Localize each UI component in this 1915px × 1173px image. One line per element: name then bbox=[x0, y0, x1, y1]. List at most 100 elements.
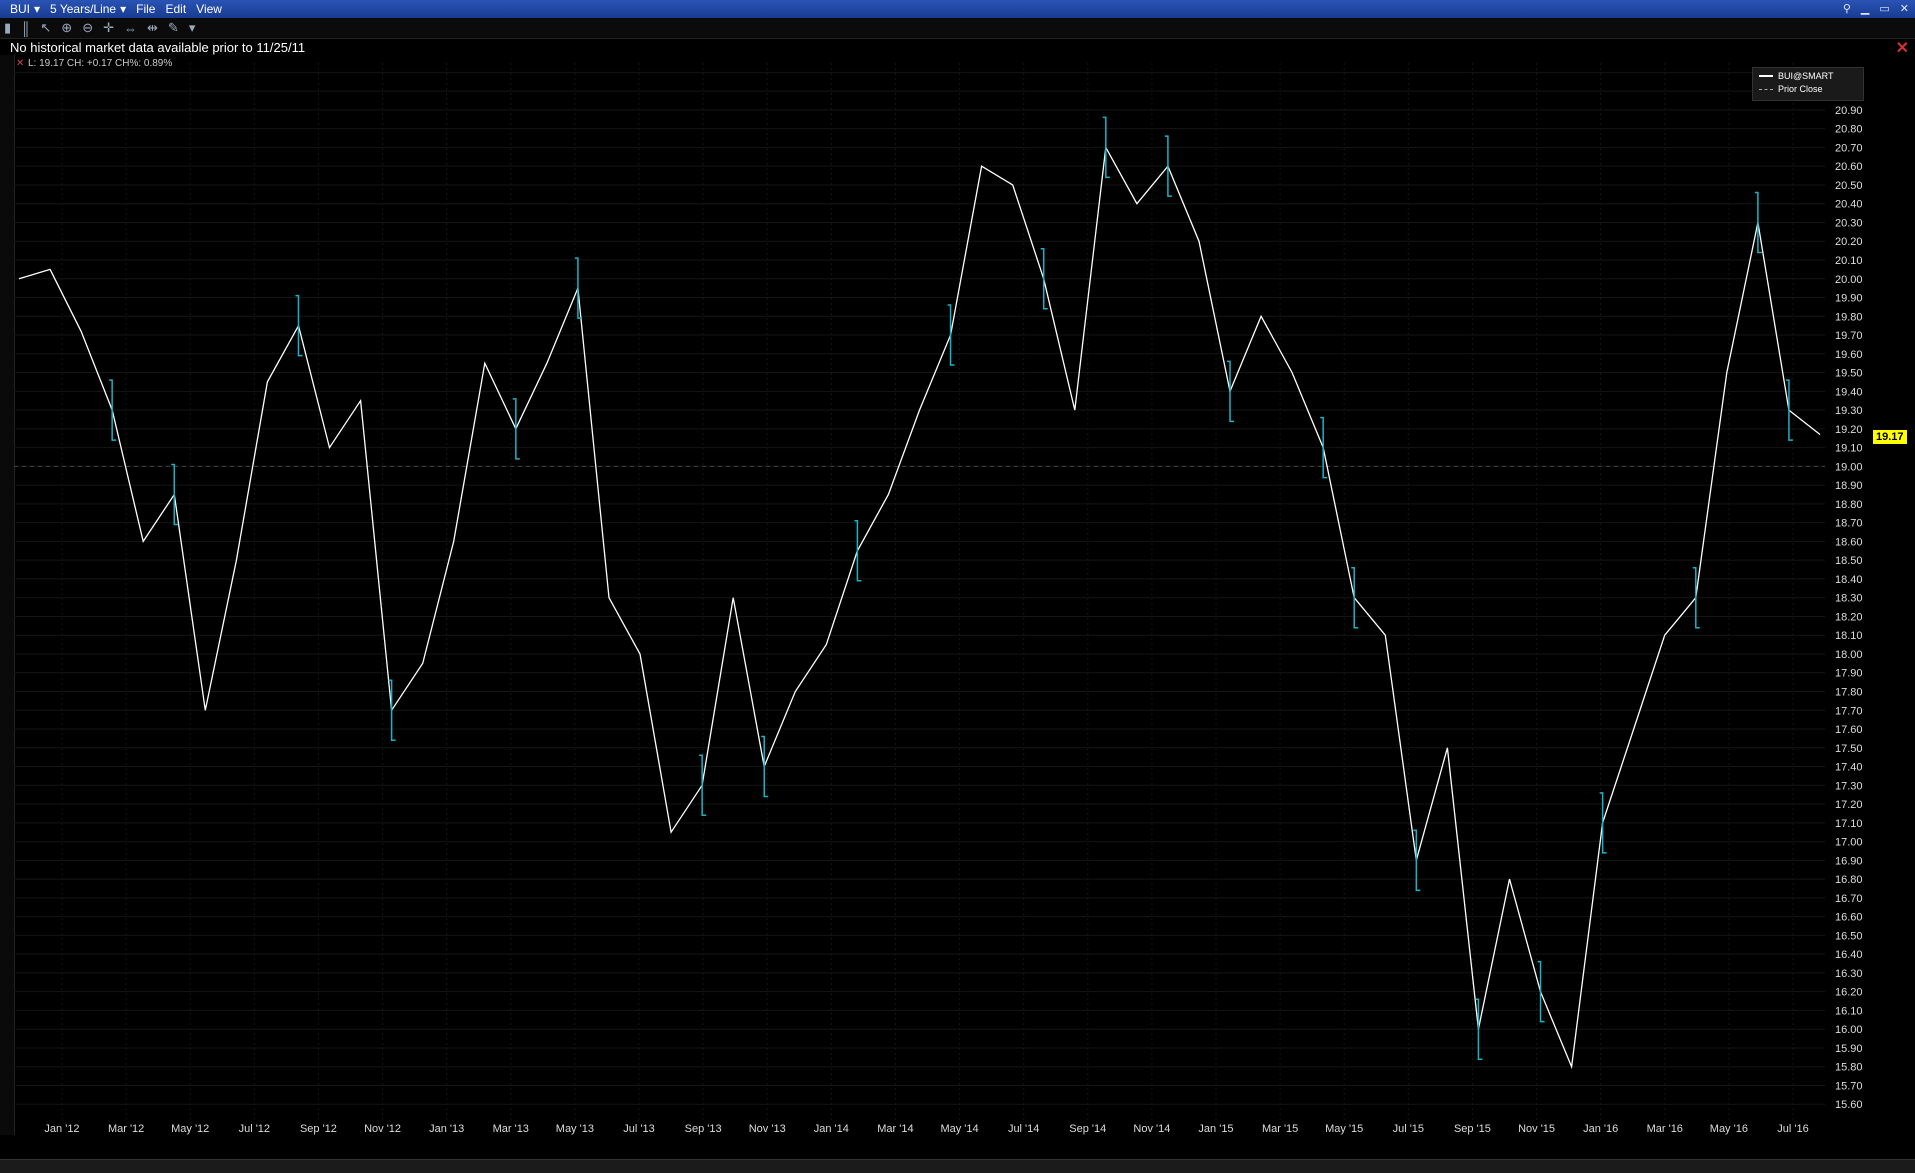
y-tick-label: 15.90 bbox=[1835, 1043, 1863, 1055]
y-tick-label: 20.00 bbox=[1835, 274, 1863, 286]
more-icon[interactable]: ▾ bbox=[189, 20, 196, 36]
y-tick-label: 19.10 bbox=[1835, 443, 1863, 455]
close-button[interactable]: ✕ bbox=[1900, 2, 1909, 15]
y-tick-label: 19.60 bbox=[1835, 349, 1863, 361]
x-tick-label: Mar '13 bbox=[493, 1123, 529, 1135]
chevron-down-icon: ▾ bbox=[120, 2, 127, 16]
y-tick-label: 20.60 bbox=[1835, 161, 1863, 173]
y-tick-label: 20.90 bbox=[1835, 105, 1863, 117]
y-tick-label: 19.90 bbox=[1835, 293, 1863, 305]
x-tick-label: Jan '15 bbox=[1198, 1123, 1233, 1135]
x-tick-label: Sep '14 bbox=[1069, 1123, 1106, 1135]
y-tick-label: 18.30 bbox=[1835, 593, 1863, 605]
chart-legend: BUI@SMART Prior Close bbox=[1752, 67, 1864, 101]
title-bar: BUI ▾ 5 Years/Line ▾ File Edit View ⚲ ▁ ▭ … bbox=[0, 0, 1915, 18]
y-tick-label: 17.40 bbox=[1835, 762, 1863, 774]
symbol-selector[interactable]: BUI ▾ bbox=[10, 2, 40, 16]
pan-icon[interactable]: ⇔ bbox=[124, 21, 137, 36]
x-tick-label: Jul '16 bbox=[1777, 1123, 1808, 1135]
chart-type-icon[interactable]: ▮ bbox=[4, 20, 11, 36]
y-tick-label: 17.00 bbox=[1835, 837, 1863, 849]
y-tick-label: 18.70 bbox=[1835, 518, 1863, 530]
y-tick-label: 19.30 bbox=[1835, 405, 1863, 417]
chart-area[interactable]: 21.1021.0020.9020.8020.7020.6020.5020.40… bbox=[14, 55, 1872, 1135]
y-tick-label: 20.50 bbox=[1835, 180, 1863, 192]
dividend-marker bbox=[295, 294, 303, 357]
cursor-icon[interactable]: ↖ bbox=[40, 20, 51, 36]
x-tick-label: Nov '12 bbox=[364, 1123, 401, 1135]
menu-edit[interactable]: Edit bbox=[165, 2, 186, 16]
x-tick-label: Jul '13 bbox=[623, 1123, 654, 1135]
period-selector[interactable]: 5 Years/Line ▾ bbox=[50, 2, 126, 16]
chevron-down-icon: ▾ bbox=[34, 2, 41, 16]
chart-toolbar: ▮ ║ ↖ ⊕ ⊖ ✛ ⇔ ⇹ ✎ ▾ bbox=[0, 18, 1915, 39]
period-label: 5 Years/Line bbox=[50, 2, 117, 16]
bars-icon[interactable]: ║ bbox=[21, 21, 30, 36]
y-tick-label: 16.60 bbox=[1835, 912, 1863, 924]
y-tick-label: 16.70 bbox=[1835, 893, 1863, 905]
x-tick-label: Jan '13 bbox=[429, 1123, 464, 1135]
y-tick-label: 16.20 bbox=[1835, 987, 1863, 999]
fit-icon[interactable]: ⇹ bbox=[147, 20, 158, 36]
x-tick-label: Nov '15 bbox=[1518, 1123, 1555, 1135]
y-tick-label: 18.00 bbox=[1835, 649, 1863, 661]
x-tick-label: Jan '12 bbox=[44, 1123, 79, 1135]
y-tick-label: 16.80 bbox=[1835, 874, 1863, 886]
y-tick-label: 18.90 bbox=[1835, 480, 1863, 492]
dividend-marker bbox=[574, 257, 582, 319]
close-notice-icon[interactable]: ✕ bbox=[1896, 38, 1909, 58]
y-tick-label: 16.10 bbox=[1835, 1005, 1863, 1017]
y-tick-label: 17.30 bbox=[1835, 780, 1863, 792]
y-tick-label: 17.80 bbox=[1835, 686, 1863, 698]
y-tick-label: 20.70 bbox=[1835, 142, 1863, 154]
x-tick-label: Mar '14 bbox=[877, 1123, 913, 1135]
x-tick-label: Jul '15 bbox=[1393, 1123, 1424, 1135]
y-tick-label: 15.70 bbox=[1835, 1080, 1863, 1092]
minimize-button[interactable]: ▁ bbox=[1861, 2, 1869, 15]
y-tick-label: 19.70 bbox=[1835, 330, 1863, 342]
y-tick-label: 16.50 bbox=[1835, 930, 1863, 942]
y-tick-label: 20.40 bbox=[1835, 199, 1863, 211]
menu-file[interactable]: File bbox=[136, 2, 155, 16]
x-tick-label: Sep '15 bbox=[1454, 1123, 1491, 1135]
last-price-tag: 19.17 bbox=[1873, 430, 1907, 444]
zoom-in-icon[interactable]: ⊕ bbox=[61, 20, 72, 36]
x-tick-label: Nov '13 bbox=[749, 1123, 786, 1135]
y-tick-label: 15.60 bbox=[1835, 1099, 1863, 1111]
crosshair-icon[interactable]: ✛ bbox=[103, 20, 114, 36]
y-tick-label: 16.90 bbox=[1835, 855, 1863, 867]
legend-prior-label: Prior Close bbox=[1778, 84, 1823, 94]
data-notice: No historical market data available prio… bbox=[10, 40, 306, 55]
maximize-button[interactable]: ▭ bbox=[1879, 2, 1889, 15]
x-tick-label: Jan '14 bbox=[814, 1123, 849, 1135]
x-tick-label: May '16 bbox=[1710, 1123, 1748, 1135]
left-scrollbar[interactable] bbox=[0, 55, 15, 1135]
zoom-out-icon[interactable]: ⊖ bbox=[82, 20, 93, 36]
x-tick-label: May '14 bbox=[940, 1123, 978, 1135]
y-tick-label: 19.50 bbox=[1835, 368, 1863, 380]
x-tick-label: Mar '16 bbox=[1647, 1123, 1683, 1135]
dividend-marker bbox=[854, 520, 862, 582]
close-stats-icon[interactable]: ✕ bbox=[16, 58, 24, 69]
y-tick-label: 18.10 bbox=[1835, 630, 1863, 642]
x-tick-label: Sep '12 bbox=[300, 1123, 337, 1135]
y-tick-label: 18.50 bbox=[1835, 555, 1863, 567]
y-tick-label: 20.80 bbox=[1835, 124, 1863, 136]
price-chart[interactable]: 21.1021.0020.9020.8020.7020.6020.5020.40… bbox=[14, 55, 1872, 1135]
bottom-scrollbar[interactable] bbox=[0, 1159, 1915, 1173]
link-icon[interactable]: ⚲ bbox=[1843, 2, 1851, 15]
window-controls: ⚲ ▁ ▭ ✕ bbox=[1843, 2, 1909, 15]
prior-close-swatch bbox=[1759, 88, 1773, 90]
y-tick-label: 19.80 bbox=[1835, 311, 1863, 323]
menu-view[interactable]: View bbox=[196, 2, 222, 16]
y-tick-label: 16.40 bbox=[1835, 949, 1863, 961]
tools-icon[interactable]: ✎ bbox=[168, 20, 179, 36]
y-tick-label: 17.20 bbox=[1835, 799, 1863, 811]
y-tick-label: 15.80 bbox=[1835, 1062, 1863, 1074]
y-tick-label: 18.40 bbox=[1835, 574, 1863, 586]
stats-readout: L: 19.17 CH: +0.17 CH%: 0.89% bbox=[28, 58, 173, 69]
y-tick-label: 17.60 bbox=[1835, 724, 1863, 736]
y-tick-label: 19.00 bbox=[1835, 461, 1863, 473]
x-tick-label: May '13 bbox=[556, 1123, 594, 1135]
x-tick-label: Mar '15 bbox=[1262, 1123, 1298, 1135]
